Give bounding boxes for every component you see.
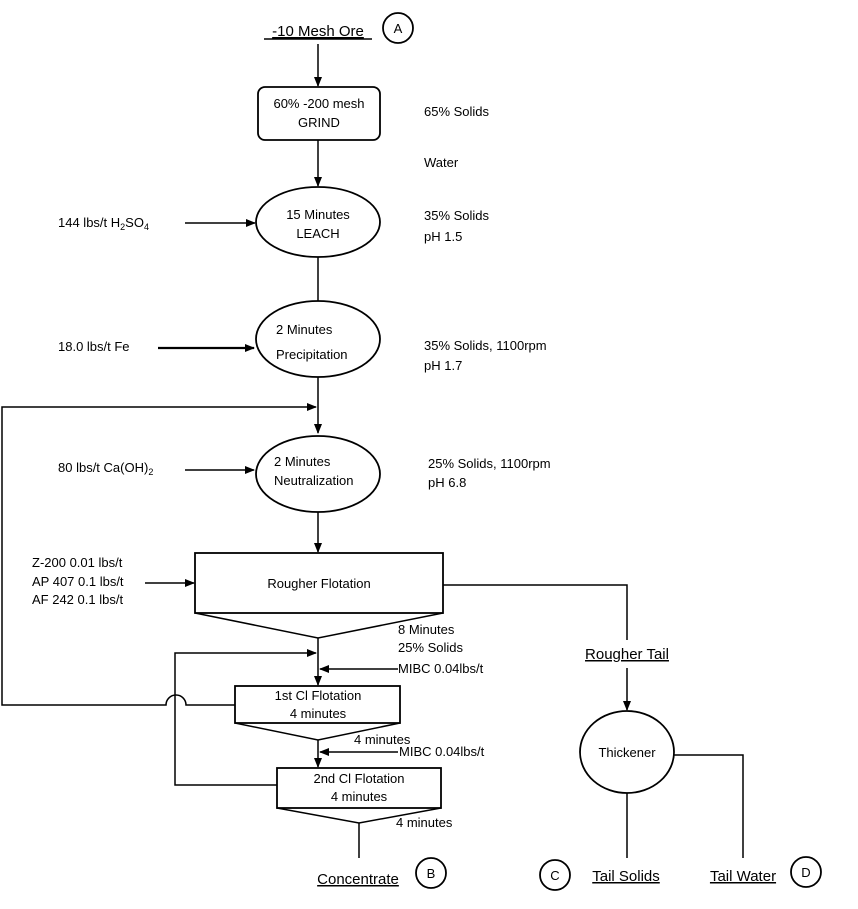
rougher-label: Rougher Flotation <box>267 576 370 591</box>
feed-label: -10 Mesh Ore <box>272 23 364 40</box>
lime-input-label: 80 lbs/t Ca(OH)2 <box>58 460 153 477</box>
marker-a-label: A <box>394 21 403 36</box>
grind-box <box>257 86 381 141</box>
thickener-label: Thickener <box>598 745 656 760</box>
precip-line2: Precipitation <box>276 347 348 362</box>
grind-line1: 60% -200 mesh <box>273 96 364 111</box>
precip-line1: 2 Minutes <box>276 322 333 337</box>
reagent-1: Z-200 0.01 lbs/t <box>32 555 123 570</box>
grind-line2: GRIND <box>298 115 340 130</box>
leach-condition-1: 35% Solids <box>424 208 490 223</box>
marker-b-label: B <box>427 866 436 881</box>
mibc2-label: MIBC 0.04lbs/t <box>399 744 485 759</box>
rougher-tail-label: Rougher Tail <box>585 646 669 663</box>
rougher-tail-line <box>443 584 628 640</box>
leach-line1: 15 Minutes <box>286 207 350 222</box>
cleaner2-condition: 4 minutes <box>396 815 453 830</box>
reagent-3: AF 242 0.1 lbs/t <box>32 592 123 607</box>
precip-condition-2: pH 1.7 <box>424 358 462 373</box>
neutral-line1: 2 Minutes <box>274 454 331 469</box>
acid-input-label: 144 lbs/t H2SO4 <box>58 215 149 232</box>
leach-condition-2: pH 1.5 <box>424 229 462 244</box>
water-label: Water <box>424 155 459 170</box>
rougher-condition-1: 8 Minutes <box>398 622 455 637</box>
neutral-condition-1: 25% Solids, 1100rpm <box>428 456 551 471</box>
grind-condition: 65% Solids <box>424 104 490 119</box>
cleaner1-line2: 4 minutes <box>290 706 347 721</box>
tail-water-label: Tail Water <box>710 868 776 885</box>
neutral-line2: Neutralization <box>274 473 354 488</box>
mibc1-label: MIBC 0.04lbs/t <box>398 661 484 676</box>
cleaner1-line1: 1st Cl Flotation <box>275 688 362 703</box>
iron-input-label: 18.0 lbs/t Fe <box>58 339 130 354</box>
precipitation-ellipse <box>255 300 381 378</box>
rougher-condition-2: 25% Solids <box>398 640 464 655</box>
flowsheet-diagram: -10 Mesh Ore A 60% -200 mesh GRIND 65% S… <box>1 12 822 891</box>
precip-condition-1: 35% Solids, 1100rpm <box>424 338 547 353</box>
cleaner2-line1: 2nd Cl Flotation <box>313 771 404 786</box>
marker-c-label: C <box>550 868 559 883</box>
leach-line2: LEACH <box>296 226 339 241</box>
cleaner2-line2: 4 minutes <box>331 789 388 804</box>
neutral-condition-2: pH 6.8 <box>428 475 466 490</box>
leach-ellipse <box>255 186 381 258</box>
reagent-2: AP 407 0.1 lbs/t <box>32 574 124 589</box>
tail-solids-label: Tail Solids <box>592 868 660 885</box>
tail-water-line <box>674 754 744 858</box>
concentrate-label: Concentrate <box>317 871 399 888</box>
marker-d-label: D <box>801 865 810 880</box>
